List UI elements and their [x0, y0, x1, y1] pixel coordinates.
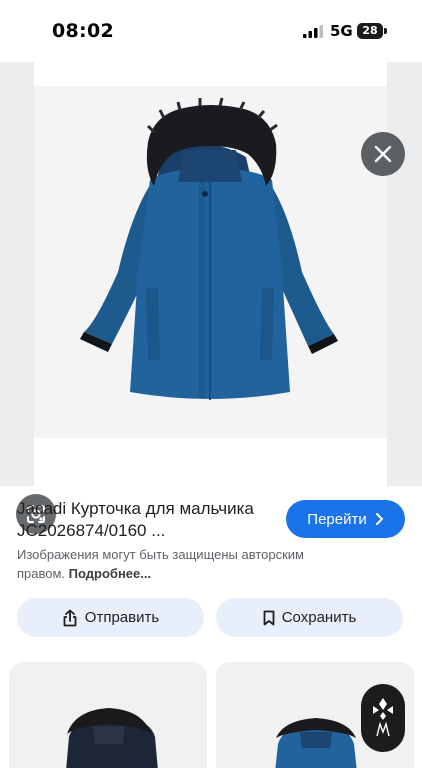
visit-button[interactable]: Перейти — [286, 500, 405, 538]
signal-strength-icon — [303, 25, 323, 38]
network-type: 5G — [330, 22, 353, 40]
learn-more-link[interactable]: Подробнее... — [69, 566, 151, 581]
clock: 08:02 — [52, 20, 114, 42]
share-button[interactable]: Отправить — [17, 598, 204, 637]
share-label: Отправить — [84, 609, 160, 626]
save-button[interactable]: Сохранить — [216, 598, 403, 637]
product-image[interactable] — [34, 62, 387, 486]
extension-logo-icon — [373, 698, 393, 737]
battery-level: 28 — [362, 24, 378, 37]
copyright-text: Изображения могут быть защищены авторски… — [17, 547, 304, 581]
related-jacket-image — [66, 708, 158, 768]
chevron-right-icon — [375, 513, 383, 525]
visit-button-label: Перейти — [307, 510, 367, 528]
save-label: Сохранить — [281, 609, 357, 626]
related-result-card[interactable] — [9, 662, 207, 768]
image-viewer — [0, 62, 422, 534]
status-bar: 08:02 5G 28 — [0, 0, 422, 62]
jacket-illustration — [80, 97, 338, 400]
extension-badge[interactable] — [361, 684, 405, 752]
close-button[interactable] — [361, 132, 405, 176]
share-icon — [63, 609, 77, 626]
battery-icon: 28 — [357, 23, 387, 39]
bookmark-icon — [263, 610, 275, 625]
result-title[interactable]: Jacadi Курточка для мальчика JC2026874/0… — [17, 498, 275, 542]
copyright-notice: Изображения могут быть защищены авторски… — [17, 545, 337, 583]
close-icon — [374, 145, 392, 163]
